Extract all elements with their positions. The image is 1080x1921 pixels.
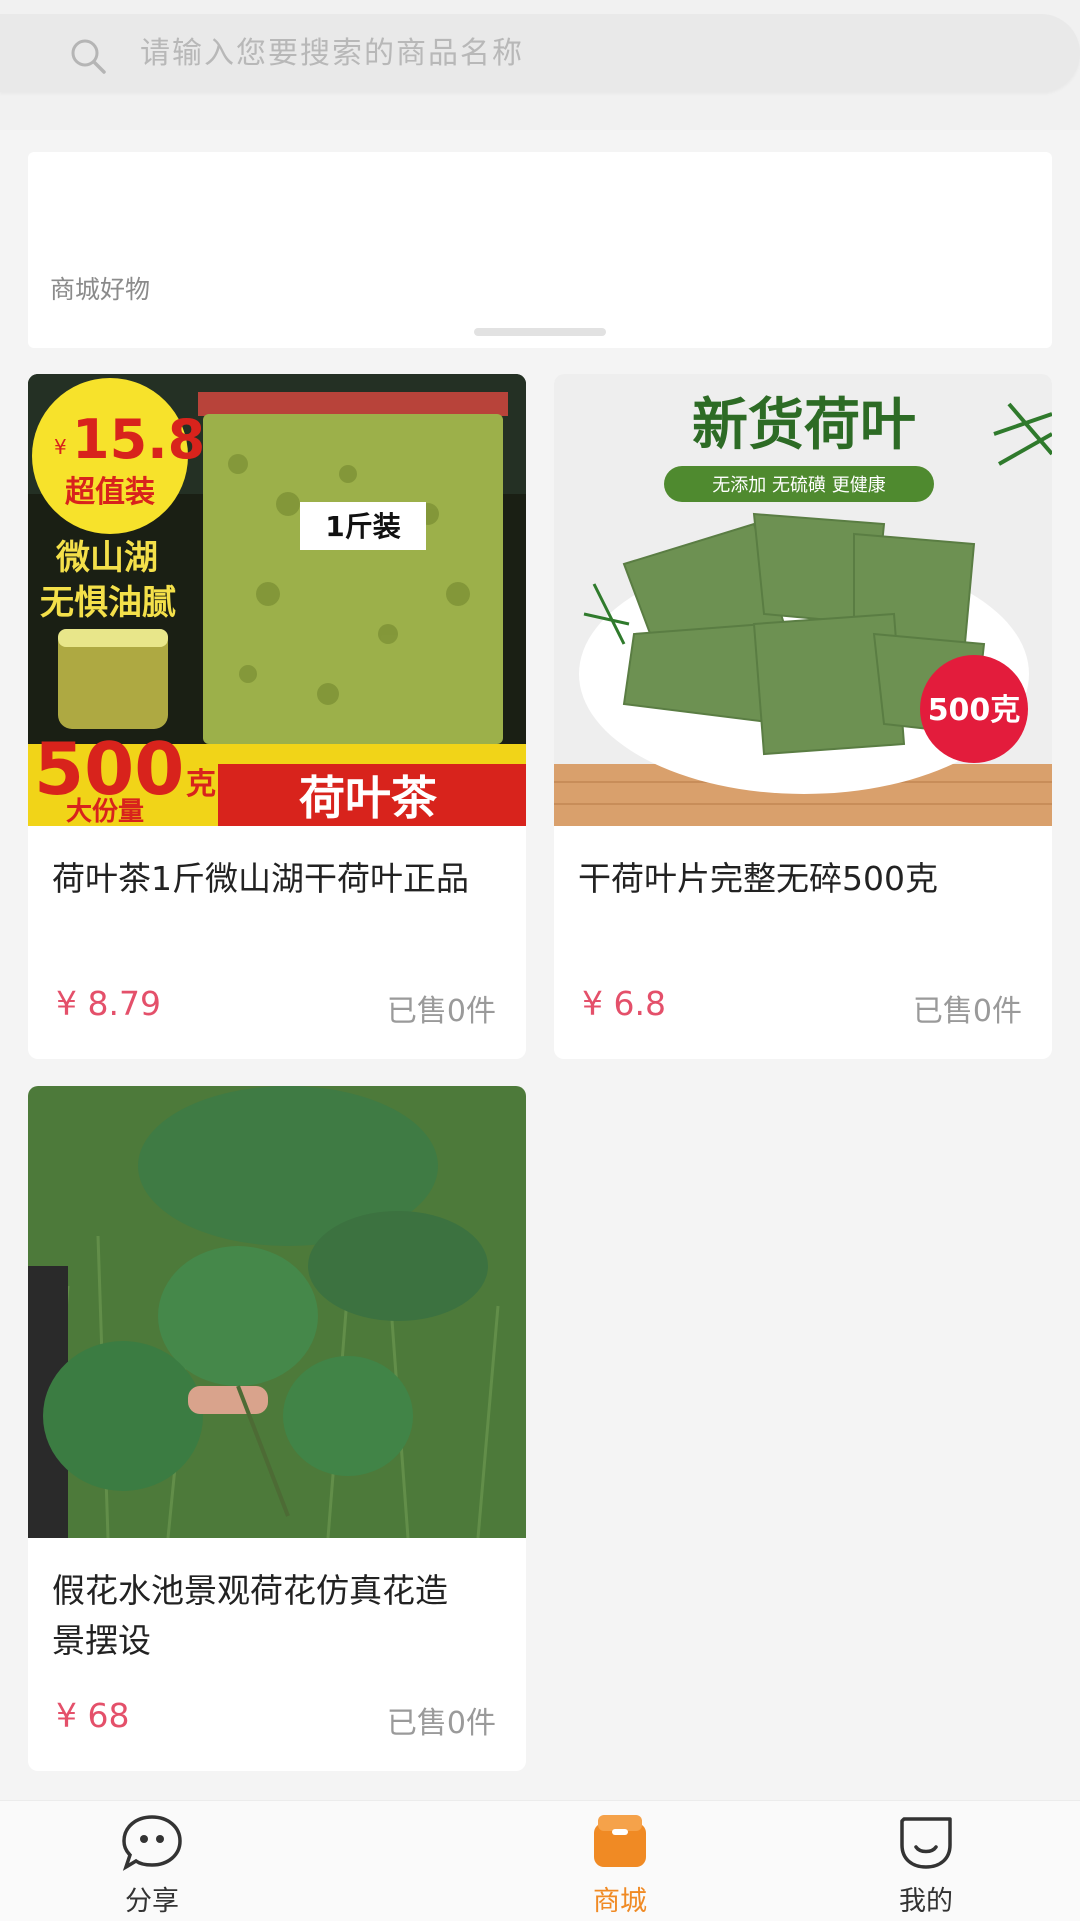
badge-label: 超值装 [65,475,155,510]
search-icon [71,39,106,74]
search-input[interactable]: 请输入您要搜索的商品名称 [140,32,524,76]
product-sold-count: 已售0件 [386,1706,496,1741]
weight-unit: 克 [186,767,216,802]
weight-badge: 500克 [928,693,1021,728]
origin-text-1: 微山湖 [55,538,158,578]
chat-bubble-face-icon [122,1815,182,1871]
product-price: ¥ 6.8 [582,984,666,1023]
search-header: 请输入您要搜索的商品名称 [0,0,1080,130]
scroll-indicator [474,328,606,336]
bottom-tab-bar: 分享 商城 我的 [0,1800,1080,1921]
product-card[interactable]: 假花水池景观荷花仿真花造景摆设 ¥ 68 已售0件 [28,1086,526,1771]
badge-price: 15.8 [72,408,205,471]
badge-yen: ¥ [54,435,67,459]
product-sold-count: 已售0件 [912,994,1022,1029]
product-image[interactable]: 新货荷叶 无添加 无硫磺 更健康 500克 [554,374,1052,826]
section-title: 商城好物 [50,275,151,304]
tab-mine[interactable]: 我的 [826,1801,1026,1921]
tab-mall[interactable]: 商城 [520,1801,720,1921]
product-price: ¥ 8.79 [56,984,161,1023]
product-title[interactable]: 假花水池景观荷花仿真花造景摆设 [52,1566,472,1666]
tab-label: 我的 [899,1886,953,1917]
tab-label: 商城 [593,1886,647,1917]
size-label: 大份量 [66,797,144,826]
bag-label: 1斤装 [325,510,400,543]
shopping-bag-icon [594,1815,646,1867]
product-image[interactable]: 1斤装 ¥ 15.8 超值装 微山湖 无惧油腻 500 克 大份量 荷叶茶 [28,374,526,826]
smile-face-icon [900,1817,952,1869]
product-title[interactable]: 荷叶茶1斤微山湖干荷叶正品 [52,854,472,904]
product-name-overlay: 荷叶茶 [299,771,438,825]
tab-share[interactable]: 分享 [52,1801,252,1921]
product-image[interactable] [28,1086,526,1538]
headline-text: 新货荷叶 [692,392,916,458]
search-bar[interactable]: 请输入您要搜索的商品名称 [0,14,1080,92]
product-card[interactable]: 新货荷叶 无添加 无硫磺 更健康 500克 干荷叶片完整无碎500克 ¥ 6.8… [554,374,1052,1059]
section-card: 商城好物 [28,152,1052,348]
tagline-text: 无添加 无硫磺 更健康 [712,475,885,496]
product-card[interactable]: 1斤装 ¥ 15.8 超值装 微山湖 无惧油腻 500 克 大份量 荷叶茶 荷叶… [28,374,526,1059]
tab-label: 分享 [125,1886,179,1917]
product-title[interactable]: 干荷叶片完整无碎500克 [578,854,998,904]
origin-text-2: 无惧油腻 [40,583,176,623]
product-sold-count: 已售0件 [386,994,496,1029]
product-price: ¥ 68 [56,1696,130,1735]
